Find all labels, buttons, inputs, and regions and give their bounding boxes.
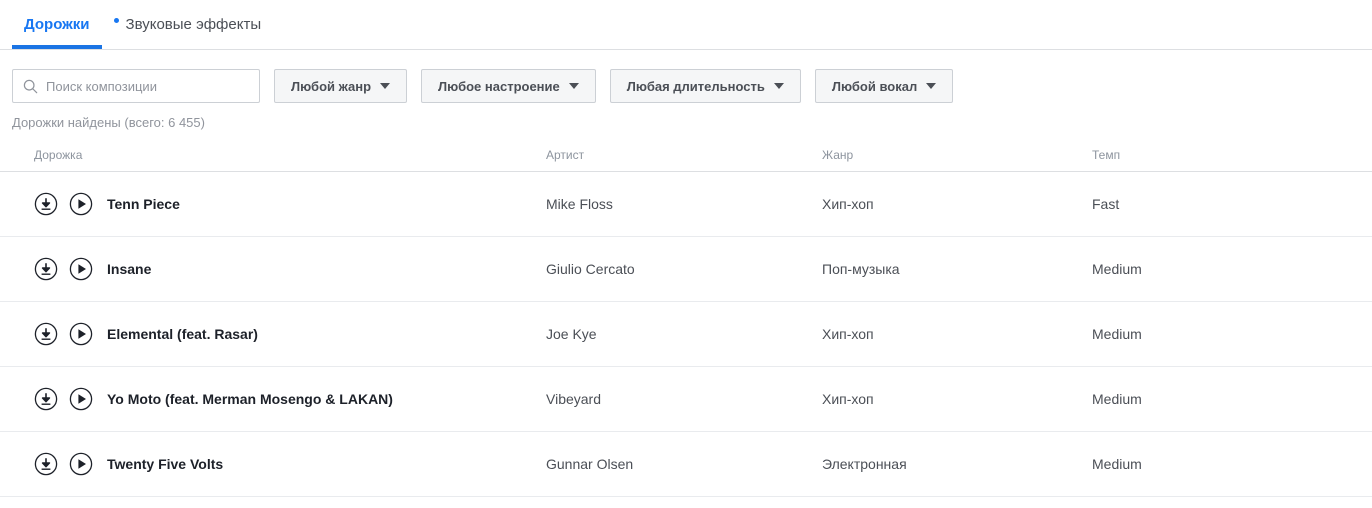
genre-cell: Поп-музыка <box>822 261 900 277</box>
track-title: Elemental (feat. Rasar) <box>107 326 258 342</box>
genre-cell: Хип-хоп <box>822 391 874 407</box>
table-row[interactable]: Insane Giulio Cercato Поп-музыка Medium <box>0 237 1372 302</box>
artist-cell: Vibeyard <box>546 391 602 407</box>
track-title: Yo Moto (feat. Merman Mosengo & LAKAN) <box>107 391 393 407</box>
column-header-track: Дорожка <box>34 147 83 162</box>
search-icon <box>23 79 38 93</box>
filter-mood-label: Любое настроение <box>438 78 560 94</box>
tempo-cell: Fast <box>1092 196 1120 212</box>
play-icon[interactable] <box>69 257 93 281</box>
play-icon[interactable] <box>69 452 93 476</box>
genre-cell: Хип-хоп <box>822 196 874 212</box>
play-icon[interactable] <box>69 192 93 216</box>
track-cell: Insane <box>0 257 546 281</box>
download-icon[interactable] <box>34 257 58 281</box>
track-cell: Elemental (feat. Rasar) <box>0 322 546 346</box>
artist-cell: Giulio Cercato <box>546 261 635 277</box>
chevron-down-icon <box>380 83 391 89</box>
tempo-cell: Medium <box>1092 326 1142 342</box>
track-title: Twenty Five Volts <box>107 456 224 472</box>
chevron-down-icon <box>926 83 937 89</box>
track-cell: Twenty Five Volts <box>0 452 546 476</box>
column-header-artist: Артист <box>546 147 585 162</box>
tracks-table: Дорожка Артист Жанр Темп Tenn Piece Mike… <box>0 138 1372 497</box>
tab-sound-effects-label: Звуковые эффекты <box>125 16 262 33</box>
play-icon[interactable] <box>69 322 93 346</box>
tempo-cell: Medium <box>1092 456 1142 472</box>
artist-cell: Gunnar Olsen <box>546 456 634 472</box>
track-cell: Tenn Piece <box>0 192 546 216</box>
artist-cell: Joe Kye <box>546 326 597 342</box>
filter-mood-button[interactable]: Любое настроение <box>421 69 596 103</box>
search-input[interactable] <box>46 78 249 94</box>
filter-duration-button[interactable]: Любая длительность <box>609 69 801 103</box>
tab-active-underline <box>12 45 102 49</box>
download-icon[interactable] <box>34 387 58 411</box>
track-cell: Yo Moto (feat. Merman Mosengo & LAKAN) <box>0 387 546 411</box>
column-header-tempo: Темп <box>1092 147 1121 162</box>
download-icon[interactable] <box>34 452 58 476</box>
filter-genre-button[interactable]: Любой жанр <box>274 69 408 103</box>
filter-genre-label: Любой жанр <box>291 78 372 94</box>
unread-dot-icon <box>113 18 119 23</box>
tab-tracks-label: Дорожки <box>24 16 90 33</box>
genre-cell: Хип-хоп <box>822 326 874 342</box>
download-icon[interactable] <box>34 192 58 216</box>
filter-duration-label: Любая длительность <box>626 78 765 94</box>
track-title: Tenn Piece <box>107 196 180 212</box>
table-row[interactable]: Twenty Five Volts Gunnar Olsen Электронн… <box>0 432 1372 497</box>
results-count: Дорожки найдены (всего: 6 455) <box>12 115 205 130</box>
download-icon[interactable] <box>34 322 58 346</box>
track-title: Insane <box>107 261 152 277</box>
filter-bar: Любой жанр Любое настроение Любая длител… <box>0 50 1372 103</box>
chevron-down-icon <box>773 83 784 89</box>
table-row[interactable]: Tenn Piece Mike Floss Хип-хоп Fast <box>0 172 1372 237</box>
table-header-row: Дорожка Артист Жанр Темп <box>0 138 1372 172</box>
tempo-cell: Medium <box>1092 261 1142 277</box>
tab-bar: Дорожки Звуковые эффекты <box>0 0 1372 50</box>
filter-vocal-label: Любой вокал <box>831 78 918 94</box>
table-row[interactable]: Yo Moto (feat. Merman Mosengo & LAKAN) V… <box>0 367 1372 432</box>
play-icon[interactable] <box>69 387 93 411</box>
search-box[interactable] <box>12 69 260 103</box>
tempo-cell: Medium <box>1092 391 1142 407</box>
tab-tracks[interactable]: Дорожки <box>12 0 102 49</box>
filter-vocal-button[interactable]: Любой вокал <box>814 69 954 103</box>
table-row[interactable]: Elemental (feat. Rasar) Joe Kye Хип-хоп … <box>0 302 1372 367</box>
tab-sound-effects[interactable]: Звуковые эффекты <box>102 0 274 49</box>
column-header-genre: Жанр <box>822 147 854 162</box>
artist-cell: Mike Floss <box>546 196 613 212</box>
chevron-down-icon <box>568 83 579 89</box>
genre-cell: Электронная <box>822 456 907 472</box>
